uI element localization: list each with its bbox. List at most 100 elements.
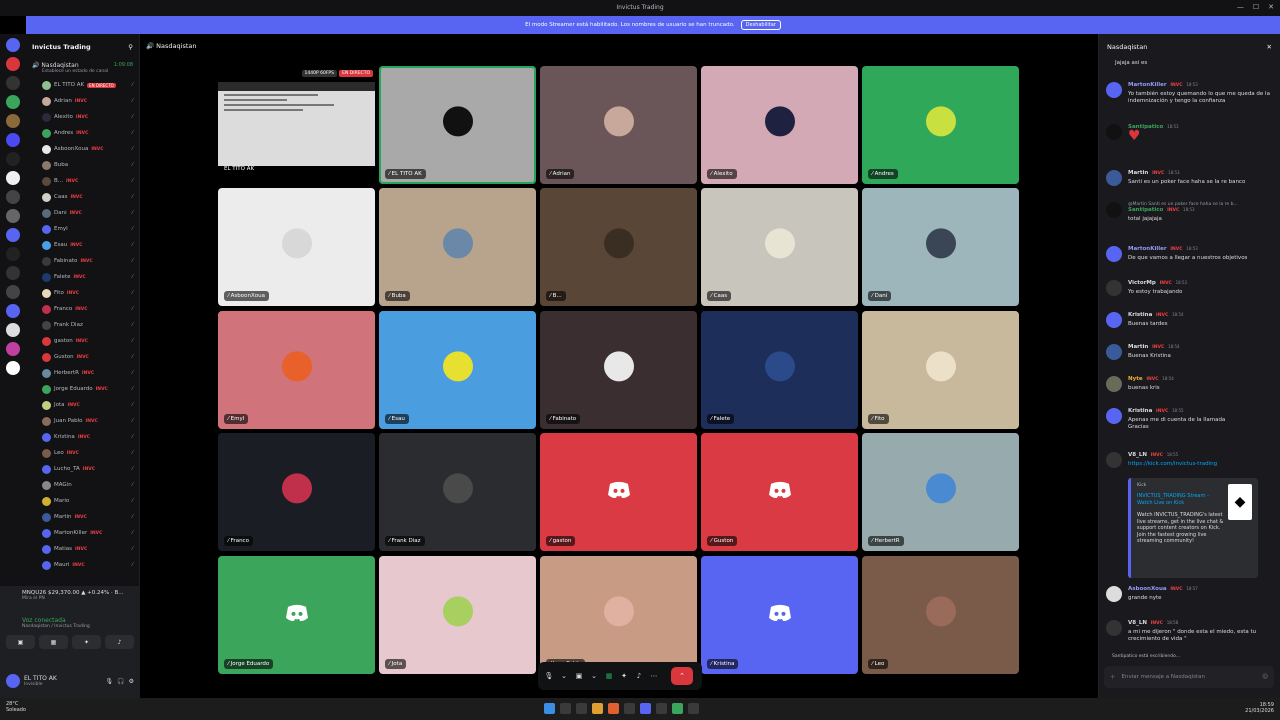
member-item[interactable]: Guston INVC ⁄ — [26, 349, 139, 365]
message-author[interactable]: Martin — [1128, 344, 1148, 350]
video-tile[interactable]: ⁄ Adrian — [540, 66, 697, 184]
server-icon[interactable] — [6, 342, 20, 356]
server-icon[interactable] — [6, 285, 20, 299]
member-item[interactable]: Falete INVC ⁄ — [26, 269, 139, 285]
server-icon[interactable] — [6, 304, 20, 318]
video-tile[interactable]: ⁄ Juan Pablo — [540, 556, 697, 674]
member-item[interactable]: Frank Diaz ⁄ — [26, 317, 139, 333]
member-item[interactable]: EL TITO AK EN DIRECTO ⁄ — [26, 77, 139, 93]
member-item[interactable]: MartonKiller INVC ⁄ — [26, 525, 139, 541]
video-tile[interactable]: ⁄ Emyl — [218, 311, 375, 429]
link-embed[interactable]: Kick INVICTUS_TRADING Stream - Watch Liv… — [1128, 478, 1258, 578]
add-icon[interactable]: ＋ — [1110, 673, 1116, 681]
server-icon[interactable] — [6, 228, 20, 242]
video-tile[interactable]: ⁄ B... — [540, 188, 697, 306]
server-icon[interactable] — [6, 57, 20, 71]
member-item[interactable]: AsboonXoua INVC ⁄ — [26, 141, 139, 157]
more-icon[interactable]: ⋯ — [648, 670, 660, 682]
video-tile[interactable]: ⁄ Falete — [701, 311, 858, 429]
avatar[interactable] — [1106, 408, 1122, 424]
screen-share[interactable]: 1440P 60FPS EN DIRECTO — [218, 70, 375, 166]
member-item[interactable]: Fabinato INVC ⁄ — [26, 253, 139, 269]
headphones-icon[interactable]: 🎧 — [117, 678, 124, 685]
message-author[interactable]: MartonKiller — [1128, 82, 1167, 88]
mic-icon[interactable]: 🎙 — [106, 678, 114, 685]
chat-input[interactable]: ＋ Enviar mensaje a Nasdaqistan ☺ — [1104, 666, 1274, 688]
video-tile[interactable]: ⁄ Jorge Eduardo — [218, 556, 375, 674]
emoji-icon[interactable]: ☺ — [1262, 674, 1268, 680]
activity-icon[interactable]: ✦ — [72, 635, 101, 649]
file-explorer-icon[interactable] — [576, 703, 587, 714]
avatar[interactable] — [1106, 82, 1122, 98]
server-icon[interactable] — [6, 209, 20, 223]
soundboard-icon[interactable]: ♪ — [633, 670, 645, 682]
message-author[interactable]: Nyte — [1128, 376, 1143, 382]
avatar[interactable] — [6, 674, 20, 688]
message-author[interactable]: V8_LN — [1128, 620, 1147, 626]
member-item[interactable]: Dani INVC ⁄ — [26, 205, 139, 221]
chevron-down-icon[interactable]: ⌄ — [588, 670, 600, 682]
server-header[interactable]: Invictus Trading ⚲ — [26, 34, 139, 59]
spotify-icon[interactable] — [672, 703, 683, 714]
avatar[interactable] — [1106, 170, 1122, 186]
close-icon[interactable]: ✕ — [1267, 43, 1272, 51]
member-item[interactable]: Matias INVC ⁄ — [26, 541, 139, 557]
video-tile[interactable]: ⁄ Leo — [862, 556, 1019, 674]
activity-icon[interactable]: ✦ — [618, 670, 630, 682]
close-icon[interactable]: ✕ — [1268, 3, 1274, 11]
screen-share-icon[interactable]: ▦ — [603, 670, 615, 682]
member-item[interactable]: Esau INVC ⁄ — [26, 237, 139, 253]
camera-icon[interactable]: ▣ — [573, 670, 585, 682]
server-icon[interactable] — [6, 76, 20, 90]
channel-status[interactable]: Establece un estado de canal — [42, 69, 133, 74]
member-item[interactable]: Buba ⁄ — [26, 157, 139, 173]
video-tile[interactable]: ⁄ Buba — [379, 188, 536, 306]
avatar[interactable] — [1106, 586, 1122, 602]
avatar[interactable] — [1106, 280, 1122, 296]
mic-icon[interactable]: 🎙 — [543, 670, 555, 682]
home-icon[interactable] — [6, 38, 20, 52]
video-tile[interactable]: ⁄ Fabinato — [540, 311, 697, 429]
clock[interactable]: 18:59 21/03/2026 — [1245, 702, 1274, 714]
avatar[interactable] — [1106, 312, 1122, 328]
avatar[interactable] — [1106, 202, 1122, 218]
camera-icon[interactable]: ▣ — [6, 635, 35, 649]
add-server-icon[interactable] — [6, 361, 20, 375]
server-icon[interactable] — [6, 323, 20, 337]
message-author[interactable]: AsboonXoua — [1128, 586, 1167, 592]
avatar[interactable] — [1106, 124, 1122, 140]
member-item[interactable]: Jota INVC ⁄ — [26, 397, 139, 413]
video-tile[interactable]: ⁄ Kristina — [701, 556, 858, 674]
server-icon[interactable] — [6, 266, 20, 280]
embed-title[interactable]: INVICTUS_TRADING Stream - Watch Live on … — [1137, 493, 1225, 507]
video-tile[interactable]: ⁄ Caas — [701, 188, 858, 306]
message-author[interactable]: Kristina — [1128, 312, 1152, 318]
avatar[interactable] — [1106, 452, 1122, 468]
chevron-down-icon[interactable]: ⌄ — [558, 670, 570, 682]
soundboard-icon[interactable]: ♪ — [105, 635, 134, 649]
weather-widget[interactable]: 28°C Soleado — [6, 701, 26, 713]
disable-streamer-button[interactable]: Deshabilitar — [740, 20, 781, 30]
member-item[interactable]: gaston INVC ⁄ — [26, 333, 139, 349]
member-item[interactable]: Caas INVC ⁄ — [26, 189, 139, 205]
server-icon[interactable] — [6, 190, 20, 204]
member-item[interactable]: Alexito INVC ⁄ — [26, 109, 139, 125]
voice-channel[interactable]: 🔊 Nasdaqistan 1:09:08 Establece un estad… — [26, 59, 139, 77]
member-item[interactable]: Andres INVC ⁄ — [26, 125, 139, 141]
member-item[interactable]: Martin INVC ⁄ — [26, 509, 139, 525]
video-tile[interactable]: ⁄ Esau — [379, 311, 536, 429]
video-tile[interactable]: ⁄ Jota — [379, 556, 536, 674]
discord-icon[interactable] — [640, 703, 651, 714]
video-tile[interactable]: ⁄ AsboonXoua — [218, 188, 375, 306]
server-icon[interactable] — [6, 133, 20, 147]
server-icon[interactable] — [6, 152, 20, 166]
avatar[interactable] — [1106, 344, 1122, 360]
search-icon[interactable] — [560, 703, 571, 714]
message-author[interactable]: V8_LN — [1128, 452, 1147, 458]
voice-status[interactable]: Voz conectada — [22, 617, 134, 624]
member-item[interactable]: Franco INVC ⁄ — [26, 301, 139, 317]
app-icon[interactable] — [688, 703, 699, 714]
browser-icon[interactable] — [608, 703, 619, 714]
steam-icon[interactable] — [624, 703, 635, 714]
minimize-icon[interactable]: — — [1237, 3, 1244, 11]
